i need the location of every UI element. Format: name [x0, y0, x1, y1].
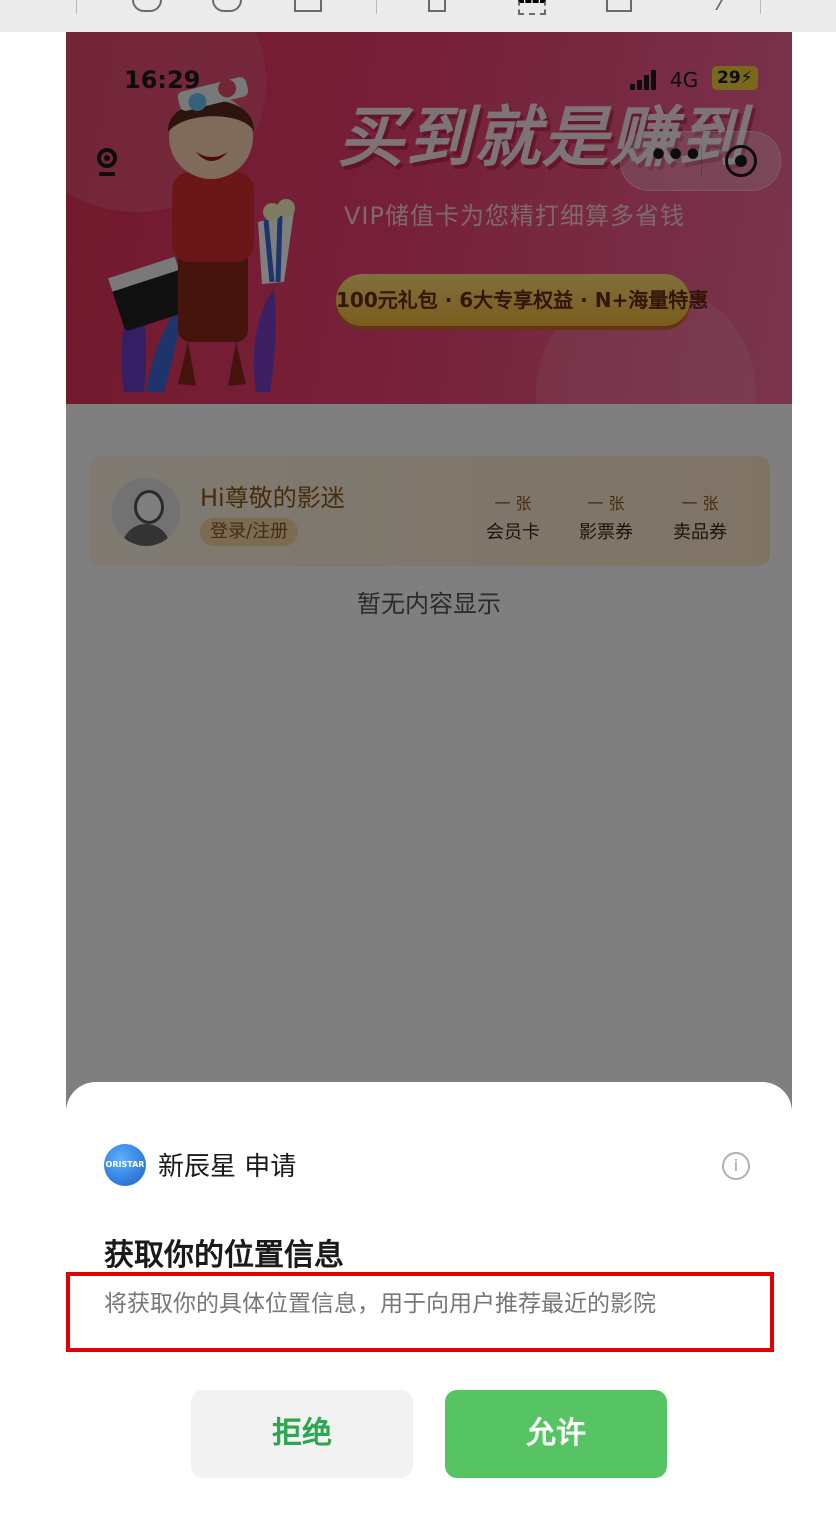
app-request-label: 新辰星 申请	[158, 1152, 297, 1182]
image-icon[interactable]	[428, 0, 446, 12]
phone-screen: 16:29 4G 29⚡ 买到就是赚到 VIP储值卡为您精打细算多省钱 100元…	[66, 32, 792, 1522]
back-icon[interactable]	[705, 0, 723, 10]
browser-toolbar	[0, 0, 836, 32]
toolbar-divider	[76, 0, 77, 14]
fit-page-icon[interactable]	[294, 0, 322, 12]
app-logo: ORISTAR	[104, 1144, 146, 1186]
toolbar-divider	[376, 0, 377, 14]
zoom-in-icon[interactable]	[212, 0, 242, 12]
permission-description: 将获取你的具体位置信息，用于向用户推荐最近的影院	[104, 1291, 656, 1317]
crop-icon[interactable]	[518, 0, 546, 15]
permission-dialog: ORISTAR 新辰星 申请 i 获取你的位置信息 将获取你的具体位置信息，用于…	[66, 1082, 792, 1522]
permission-title: 获取你的位置信息	[104, 1238, 344, 1273]
toolbar-divider	[760, 0, 761, 14]
deny-button[interactable]: 拒绝	[191, 1390, 413, 1478]
share-icon[interactable]	[606, 0, 632, 12]
allow-button[interactable]: 允许	[445, 1390, 667, 1478]
zoom-out-icon[interactable]	[132, 0, 162, 12]
info-icon[interactable]: i	[722, 1152, 750, 1180]
